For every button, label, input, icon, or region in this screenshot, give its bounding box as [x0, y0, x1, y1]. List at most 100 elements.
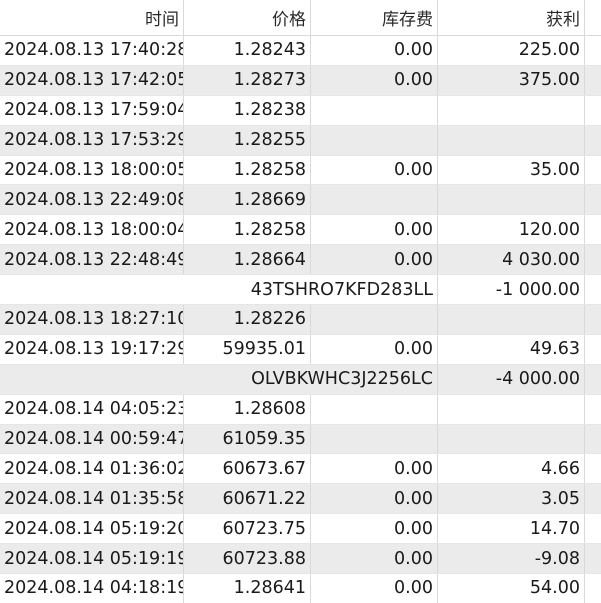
price-cell: 1.28273 — [184, 65, 311, 95]
table-row[interactable]: 2024.08.13 18:00:04 1.28258 0.00 120.00 — [0, 215, 601, 246]
price-cell: 1.28664 — [184, 245, 311, 275]
order-id-cell: OLVBKWHC3J2256LC — [0, 364, 438, 394]
time-cell: 2024.08.13 17:53:29 — [0, 125, 184, 155]
price-cell: 59935.01 — [184, 334, 311, 364]
order-id-cell: 43TSHRO7KFD283LL — [0, 275, 438, 305]
time-cell: 2024.08.13 18:27:10 — [0, 305, 184, 334]
time-cell: 2024.08.13 17:42:05 — [0, 65, 184, 95]
column-header-fee[interactable]: 库存费 — [311, 0, 438, 35]
profit-cell: 49.63 — [438, 334, 585, 364]
profit-cell — [438, 95, 585, 125]
profit-cell: 54.00 — [438, 574, 585, 603]
table-row[interactable]: 2024.08.13 18:00:05 1.28258 0.00 35.00 — [0, 155, 601, 186]
time-cell: 2024.08.14 00:59:47 — [0, 424, 184, 454]
row-spacer — [585, 544, 601, 573]
fee-cell: 0.00 — [311, 245, 438, 275]
price-cell: 60723.75 — [184, 514, 311, 544]
table-row[interactable]: 2024.08.14 00:59:47 61059.35 — [0, 424, 601, 455]
row-spacer — [585, 574, 601, 603]
price-cell: 60673.67 — [184, 454, 311, 484]
table-row[interactable]: 2024.08.13 17:40:28 1.28243 0.00 225.00 — [0, 36, 601, 66]
time-cell: 2024.08.14 05:19:20 — [0, 514, 184, 544]
time-cell: 2024.08.14 04:18:19 — [0, 574, 184, 603]
fee-cell: 0.00 — [311, 574, 438, 603]
fee-cell — [311, 125, 438, 155]
table-row[interactable]: 2024.08.13 17:59:04 1.28238 — [0, 95, 601, 126]
row-spacer — [585, 305, 601, 334]
profit-cell — [438, 424, 585, 454]
column-header-price[interactable]: 价格 — [184, 0, 311, 35]
table-row[interactable]: 2024.08.13 22:48:49 1.28664 0.00 4 030.00 — [0, 245, 601, 276]
fee-cell — [311, 95, 438, 125]
row-spacer — [585, 514, 601, 543]
table-row[interactable]: 2024.08.13 17:53:29 1.28255 — [0, 125, 601, 156]
fee-cell: 0.00 — [311, 334, 438, 364]
table-row[interactable]: 2024.08.13 22:49:08 1.28669 — [0, 185, 601, 216]
row-spacer — [585, 66, 601, 95]
time-cell: 2024.08.14 01:35:58 — [0, 484, 184, 514]
profit-cell: 35.00 — [438, 155, 585, 185]
fee-cell: 0.00 — [311, 155, 438, 185]
time-cell: 2024.08.13 18:00:05 — [0, 155, 184, 185]
time-cell: 2024.08.13 22:49:08 — [0, 185, 184, 215]
row-spacer — [585, 245, 601, 274]
profit-cell: 225.00 — [438, 36, 585, 65]
table-row[interactable]: 2024.08.14 05:19:20 60723.75 0.00 14.70 — [0, 514, 601, 545]
table-row-order[interactable]: 43TSHRO7KFD283LL -1 000.00 — [0, 275, 601, 306]
fee-cell: 0.00 — [311, 544, 438, 574]
table-row[interactable]: 2024.08.14 01:36:02 60673.67 0.00 4.66 — [0, 454, 601, 485]
row-spacer — [585, 365, 601, 394]
profit-cell — [438, 305, 585, 334]
table-row[interactable]: 2024.08.13 17:42:05 1.28273 0.00 375.00 — [0, 65, 601, 96]
fee-cell — [311, 185, 438, 215]
price-cell: 60671.22 — [184, 484, 311, 514]
price-cell: 1.28255 — [184, 125, 311, 155]
table-row-order[interactable]: OLVBKWHC3J2256LC -4 000.00 — [0, 364, 601, 395]
fee-cell: 0.00 — [311, 484, 438, 514]
table-row[interactable]: 2024.08.13 19:17:29 59935.01 0.00 49.63 — [0, 334, 601, 365]
profit-cell: -1 000.00 — [438, 275, 585, 305]
row-spacer — [585, 484, 601, 513]
row-spacer — [585, 395, 601, 424]
row-spacer — [585, 425, 601, 454]
table-row[interactable]: 2024.08.14 01:35:58 60671.22 0.00 3.05 — [0, 484, 601, 515]
profit-cell: 3.05 — [438, 484, 585, 514]
column-header-profit[interactable]: 获利 — [438, 0, 585, 35]
table-row[interactable]: 2024.08.14 04:18:19 1.28641 0.00 54.00 — [0, 574, 601, 603]
row-spacer — [585, 215, 601, 244]
table-row[interactable]: 2024.08.14 04:05:23 1.28608 — [0, 394, 601, 425]
row-spacer — [585, 275, 601, 304]
profit-cell — [438, 185, 585, 215]
price-cell: 1.28608 — [184, 394, 311, 424]
row-spacer — [585, 36, 601, 65]
price-cell: 60723.88 — [184, 544, 311, 574]
fee-cell: 0.00 — [311, 36, 438, 65]
fee-cell — [311, 305, 438, 334]
time-cell: 2024.08.14 01:36:02 — [0, 454, 184, 484]
table-row[interactable]: 2024.08.14 05:19:19 60723.88 0.00 -9.08 — [0, 544, 601, 575]
header-spacer — [585, 0, 601, 35]
row-spacer — [585, 156, 601, 185]
price-cell: 61059.35 — [184, 424, 311, 454]
row-spacer — [585, 96, 601, 125]
time-cell: 2024.08.13 17:59:04 — [0, 95, 184, 125]
table-row[interactable]: 2024.08.13 18:27:10 1.28226 — [0, 305, 601, 335]
time-cell: 2024.08.14 04:05:23 — [0, 394, 184, 424]
row-spacer — [585, 126, 601, 155]
table-body: 2024.08.13 17:40:28 1.28243 0.00 225.00 2024… — [0, 36, 601, 603]
profit-cell: -4 000.00 — [438, 364, 585, 394]
trade-history-table: 时间 价格 库存费 获利 2024.08.13 17:40:28 1.28243 0… — [0, 0, 601, 603]
fee-cell — [311, 424, 438, 454]
fee-cell: 0.00 — [311, 65, 438, 95]
time-cell: 2024.08.13 18:00:04 — [0, 215, 184, 245]
column-header-time[interactable]: 时间 — [0, 0, 184, 35]
time-cell: 2024.08.13 22:48:49 — [0, 245, 184, 275]
price-cell: 1.28669 — [184, 185, 311, 215]
fee-cell — [311, 394, 438, 424]
row-spacer — [585, 185, 601, 214]
time-cell: 2024.08.13 19:17:29 — [0, 334, 184, 364]
time-cell: 2024.08.13 17:40:28 — [0, 36, 184, 65]
price-cell: 1.28641 — [184, 574, 311, 603]
profit-cell — [438, 125, 585, 155]
fee-cell: 0.00 — [311, 514, 438, 544]
